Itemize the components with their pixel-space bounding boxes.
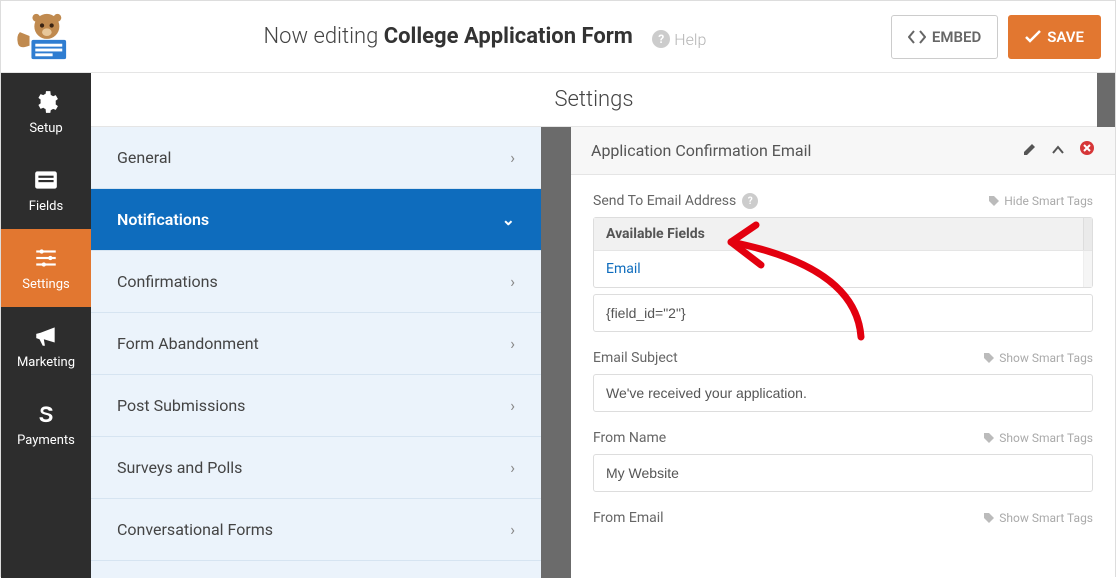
left-nav: Setup Fields Settings Marketing Payments — [1, 73, 91, 578]
tag-icon — [988, 195, 1000, 207]
card-title: Application Confirmation Email — [591, 141, 1023, 160]
show-smart-tags-link[interactable]: Show Smart Tags — [983, 431, 1093, 445]
settings-column: Settings General› Notifications⌄ Confirm… — [91, 73, 561, 578]
form-name: College Application Form — [384, 24, 633, 49]
send-to-row: Send To Email Address? Hide Smart Tags — [593, 193, 1093, 209]
code-icon — [908, 30, 926, 44]
nav-settings[interactable]: Settings — [1, 229, 91, 307]
help-icon[interactable]: ? — [742, 193, 758, 209]
card-actions — [1023, 140, 1095, 161]
settings-item-label: Confirmations — [117, 272, 218, 291]
from-name-row: From Name Show Smart Tags — [593, 430, 1093, 446]
hide-smart-tags-link[interactable]: Hide Smart Tags — [988, 194, 1093, 208]
chevron-right-icon: › — [510, 396, 515, 415]
gear-icon — [33, 89, 59, 115]
tag-icon — [983, 352, 995, 364]
from-name-input[interactable] — [593, 454, 1093, 492]
nav-label: Payments — [17, 433, 75, 448]
show-smart-tags-link[interactable]: Show Smart Tags — [983, 351, 1093, 365]
help-link[interactable]: ? Help — [652, 30, 706, 49]
collapse-icon[interactable] — [1051, 143, 1065, 159]
available-fields-box: Available Fields Email — [593, 217, 1093, 288]
card-body: Send To Email Address? Hide Smart Tags A… — [571, 175, 1115, 552]
settings-item-form-abandonment[interactable]: Form Abandonment › — [91, 313, 541, 375]
tag-icon — [983, 432, 995, 444]
embed-label: EMBED — [932, 28, 981, 46]
settings-item-notifications[interactable]: Notifications ⌄ — [91, 189, 541, 251]
nav-label: Settings — [22, 277, 69, 292]
settings-list: General › Notifications ⌄ Confirmations › F… — [91, 127, 541, 578]
delete-icon[interactable] — [1079, 140, 1095, 161]
sliders-icon — [33, 245, 59, 271]
nav-label: Setup — [29, 121, 62, 136]
settings-item-label: Form Abandonment — [117, 334, 259, 353]
show-smart-tags-link[interactable]: Show Smart Tags — [983, 511, 1093, 525]
save-label: SAVE — [1047, 28, 1084, 46]
card-header: Application Confirmation Email — [571, 127, 1115, 175]
tag-icon — [983, 512, 995, 524]
check-icon — [1025, 30, 1041, 44]
save-button[interactable]: SAVE — [1008, 15, 1101, 59]
nav-payments[interactable]: Payments — [1, 385, 91, 463]
main: Setup Fields Settings Marketing Payments… — [1, 73, 1115, 578]
settings-item-label: Conversational Forms — [117, 520, 273, 539]
logo — [7, 7, 79, 67]
settings-item-label: Notifications — [117, 210, 209, 229]
from-name-label: From Name — [593, 430, 666, 446]
nav-setup[interactable]: Setup — [1, 73, 91, 151]
dollar-icon — [33, 401, 59, 427]
now-editing-prefix: Now editing — [264, 24, 384, 49]
nav-fields[interactable]: Fields — [1, 151, 91, 229]
send-to-label: Send To Email Address — [593, 193, 736, 209]
list-icon — [33, 167, 59, 193]
nav-label: Marketing — [17, 355, 75, 370]
chevron-right-icon: › — [510, 272, 515, 291]
page-title: Now editing College Application Form ? H… — [79, 24, 891, 49]
settings-item-label: Post Submissions — [117, 396, 245, 415]
settings-header: Settings — [91, 73, 1097, 127]
email-subject-input[interactable] — [593, 374, 1093, 412]
help-label: Help — [674, 30, 706, 49]
settings-item-conversational-forms[interactable]: Conversational Forms › — [91, 499, 541, 561]
content-column: Application Confirmation Email Send To E… — [561, 73, 1115, 578]
available-fields-header: Available Fields — [594, 218, 1092, 251]
notification-card: Application Confirmation Email Send To E… — [571, 127, 1115, 578]
settings-item-post-submissions[interactable]: Post Submissions › — [91, 375, 541, 437]
settings-item-general[interactable]: General › — [91, 127, 541, 189]
settings-item-label: Surveys and Polls — [117, 458, 242, 477]
available-field-option-email[interactable]: Email — [594, 251, 1092, 287]
chevron-right-icon: › — [510, 458, 515, 477]
chevron-right-icon: › — [510, 148, 515, 167]
subject-row: Email Subject Show Smart Tags — [593, 350, 1093, 366]
edit-icon[interactable] — [1023, 142, 1037, 160]
nav-marketing[interactable]: Marketing — [1, 307, 91, 385]
top-bar: Now editing College Application Form ? H… — [1, 1, 1115, 73]
chevron-down-icon: ⌄ — [502, 210, 515, 229]
from-email-row: From Email Show Smart Tags — [593, 510, 1093, 526]
email-subject-label: Email Subject — [593, 350, 678, 366]
settings-item-label: General — [117, 148, 171, 167]
nav-label: Fields — [29, 199, 63, 214]
chevron-right-icon: › — [510, 520, 515, 539]
from-email-label: From Email — [593, 510, 664, 526]
megaphone-icon — [33, 323, 59, 349]
settings-item-confirmations[interactable]: Confirmations › — [91, 251, 541, 313]
help-icon: ? — [652, 30, 670, 48]
chevron-right-icon: › — [510, 334, 515, 353]
send-to-input[interactable] — [593, 294, 1093, 332]
embed-button[interactable]: EMBED — [891, 15, 998, 59]
settings-item-surveys-polls[interactable]: Surveys and Polls › — [91, 437, 541, 499]
